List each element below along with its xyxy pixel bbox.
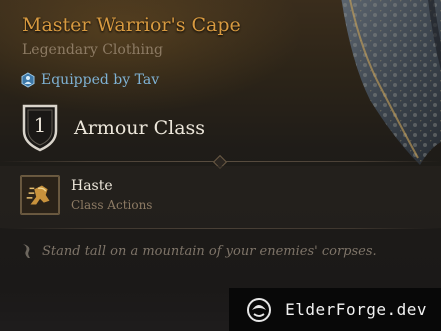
action-text: Haste Class Actions	[71, 178, 152, 212]
granted-action[interactable]: Haste Class Actions	[20, 175, 152, 215]
watermark: ElderForge.dev	[229, 288, 441, 331]
person-icon	[21, 72, 35, 88]
equipped-label: Equipped by Tav	[41, 72, 160, 88]
armour-class: 1 Armour Class	[20, 103, 205, 153]
equipped-by: Equipped by Tav	[20, 72, 159, 88]
item-name: Master Warrior's Cape	[22, 14, 241, 36]
section-divider	[0, 228, 441, 229]
armour-class-shield: 1	[20, 103, 60, 153]
item-tooltip: Master Warrior's Cape Legendary Clothing…	[0, 0, 441, 331]
quill-icon	[23, 244, 30, 258]
cape-image	[341, 0, 441, 165]
armour-class-value: 1	[33, 113, 47, 137]
flavor-text: Stand tall on a mountain of your enemies…	[42, 243, 377, 259]
action-type: Class Actions	[71, 198, 153, 212]
watermark-text: ElderForge.dev	[285, 300, 427, 319]
armour-class-label: Armour Class	[74, 117, 206, 139]
flavor-text-row: Stand tall on a mountain of your enemies…	[20, 243, 377, 259]
item-rarity-type: Legendary Clothing	[22, 42, 163, 58]
haste-icon	[20, 175, 60, 215]
elderforge-logo-icon	[247, 297, 272, 322]
action-name: Haste	[71, 178, 113, 194]
